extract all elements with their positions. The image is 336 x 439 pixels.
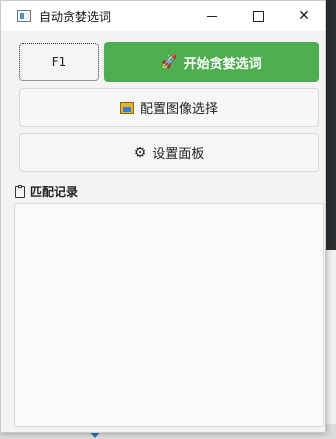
start-button[interactable]: 🚀 开始贪婪选词 xyxy=(104,42,319,82)
settings-label: 设置面板 xyxy=(152,147,205,162)
config-label: 配置图像选择 xyxy=(139,102,218,117)
close-icon: ✕ xyxy=(298,8,310,24)
background-window-edge xyxy=(326,250,336,439)
start-label: 开始贪婪选词 xyxy=(183,56,262,72)
maximize-button[interactable] xyxy=(235,1,281,31)
clipboard-icon xyxy=(15,184,25,198)
records-list[interactable] xyxy=(14,203,324,427)
close-button[interactable]: ✕ xyxy=(281,1,327,31)
gear-icon: ⚙ xyxy=(133,144,147,161)
app-icon xyxy=(17,10,31,22)
app-window: 自动贪婪选词 ✕ F1 🚀 开始贪婪选词 配置图像选择 ⚙ 设置面板 匹配记录 xyxy=(0,0,326,433)
hotkey-label: F1 xyxy=(51,55,67,69)
maximize-icon xyxy=(252,10,264,22)
window-title: 自动贪婪选词 xyxy=(39,10,112,24)
minimize-icon xyxy=(207,15,217,17)
records-heading: 匹配记录 xyxy=(15,183,78,200)
image-icon xyxy=(119,101,134,114)
hotkey-button[interactable]: F1 xyxy=(19,43,99,81)
records-label: 匹配记录 xyxy=(30,185,79,199)
rocket-icon: 🚀 xyxy=(161,54,178,70)
minimize-button[interactable] xyxy=(189,1,235,31)
config-image-button[interactable]: 配置图像选择 xyxy=(19,88,319,127)
title-bar[interactable]: 自动贪婪选词 ✕ xyxy=(1,1,325,31)
settings-button[interactable]: ⚙ 设置面板 xyxy=(19,133,319,172)
